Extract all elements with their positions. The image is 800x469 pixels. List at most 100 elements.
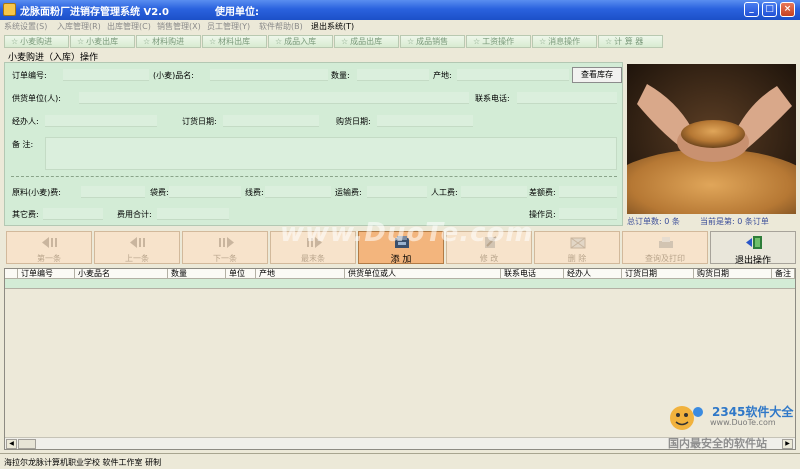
operator-field[interactable]	[559, 208, 617, 220]
scroll-thumb[interactable]	[18, 439, 36, 449]
column-header[interactable]: 单位	[226, 269, 256, 279]
column-header[interactable]: 供货单位或人	[345, 269, 501, 279]
column-header[interactable]: 订货日期	[622, 269, 694, 279]
order-no-field[interactable]	[63, 69, 149, 81]
purchase-date-field[interactable]	[377, 115, 473, 127]
column-header[interactable]: 产地	[256, 269, 345, 279]
star-icon: ☆	[341, 37, 349, 46]
first-record-button[interactable]: 第一条	[6, 231, 92, 264]
menu-staff[interactable]: 员工管理(Y)	[207, 21, 250, 32]
title-bar: 龙脉面粉厂进销存管理系统 V2.0 使用单位: _ □ ×	[0, 0, 800, 20]
star-icon: ☆	[11, 37, 19, 46]
tab-wages[interactable]: ☆ 工资操作	[466, 35, 531, 48]
star-icon: ☆	[473, 37, 481, 46]
minimize-button[interactable]: _	[744, 2, 759, 17]
mascot-logo-icon	[670, 406, 703, 430]
new-row[interactable]	[5, 279, 795, 289]
tab-product-outbound[interactable]: ☆ 成品出库	[334, 35, 399, 48]
tab-material-outbound[interactable]: ☆ 材料出库	[202, 35, 267, 48]
window-title: 龙脉面粉厂进销存管理系统 V2.0	[20, 7, 169, 18]
site-watermark: 2345软件大全 www.DuoTe.com 国内最安全的软件站	[660, 400, 800, 453]
difference-field[interactable]	[559, 186, 617, 198]
raw-cost-field[interactable]	[81, 186, 145, 198]
freight-field[interactable]	[367, 186, 427, 198]
column-header[interactable]: 联系电话	[501, 269, 564, 279]
star-icon: ☆	[407, 37, 415, 46]
tab-material-purchase[interactable]: ☆ 材料购进	[136, 35, 201, 48]
column-header[interactable]: 购货日期	[694, 269, 772, 279]
other-fee-field[interactable]	[43, 208, 103, 220]
brand-slogan: 国内最安全的软件站	[668, 437, 767, 450]
origin-label: 产地:	[433, 71, 452, 80]
order-date-field[interactable]	[223, 115, 319, 127]
exit-operation-button[interactable]: 退出操作	[710, 231, 796, 266]
tab-product-sales[interactable]: ☆ 成品销售	[400, 35, 465, 48]
scroll-left-arrow-icon[interactable]: ◀	[6, 439, 17, 449]
tab-messages[interactable]: ☆ 消息操作	[532, 35, 597, 48]
star-icon: ☆	[275, 37, 283, 46]
menu-sales[interactable]: 销售管理(X)	[157, 21, 201, 32]
next-record-icon	[219, 237, 234, 248]
difference-label: 差额费:	[529, 188, 556, 197]
order-no-label: 订单编号:	[12, 71, 47, 80]
remark-field[interactable]	[45, 137, 617, 170]
module-tabs: ☆ 小麦购进 ☆ 小麦出库 ☆ 材料购进 ☆ 材料出库 ☆ 成品入库 ☆ 成品出库 ☆ 成品销…	[0, 34, 800, 49]
app-icon	[3, 3, 16, 16]
delete-icon	[570, 237, 586, 249]
menu-outbound[interactable]: 出库管理(C)	[107, 21, 151, 32]
remark-label: 备 注:	[12, 140, 34, 149]
view-stock-button[interactable]: 查看库存	[572, 67, 622, 83]
handler-field[interactable]	[45, 115, 157, 127]
menu-exit[interactable]: 退出系统(T)	[311, 21, 354, 32]
close-button[interactable]: ×	[780, 2, 795, 17]
supplier-field[interactable]	[79, 92, 469, 104]
contact-phone-field[interactable]	[517, 92, 617, 104]
total-cost-label: 费用合计:	[117, 210, 152, 219]
supplier-label: 供货单位(人):	[12, 94, 61, 103]
labor-label: 人工费:	[431, 188, 458, 197]
wheat-name-label: (小麦)品名:	[153, 71, 194, 80]
star-icon: ☆	[539, 37, 547, 46]
star-icon: ☆	[77, 37, 85, 46]
column-header[interactable]: 小麦品名	[75, 269, 168, 279]
delete-button[interactable]: 删 除	[534, 231, 620, 264]
menu-inbound[interactable]: 入库管理(R)	[57, 21, 101, 32]
first-record-icon	[42, 237, 57, 248]
contact-phone-label: 联系电话:	[475, 94, 510, 103]
total-cost-field[interactable]	[157, 208, 229, 220]
column-header[interactable]: 订单编号	[18, 269, 75, 279]
wheat-in-hands-image	[627, 64, 796, 214]
tab-product-inbound[interactable]: ☆ 成品入库	[268, 35, 333, 48]
thread-fee-field[interactable]	[265, 186, 331, 198]
query-print-button[interactable]: 查询及打印	[622, 231, 708, 264]
next-record-button[interactable]: 下一条	[182, 231, 268, 264]
tab-calculator[interactable]: ☆ 计 算 器	[598, 35, 663, 48]
column-header[interactable]: 备注	[772, 269, 795, 279]
row-selector-header	[5, 269, 18, 279]
menu-system-settings[interactable]: 系统设置(S)	[4, 21, 47, 32]
tab-wheat-outbound[interactable]: ☆ 小麦出库	[70, 35, 135, 48]
wheat-name-field[interactable]	[210, 69, 328, 81]
duote-watermark: www.DuoTe.com	[280, 218, 534, 248]
maximize-button[interactable]: □	[762, 2, 777, 17]
menu-bar: 系统设置(S) 入库管理(R) 出库管理(C) 销售管理(X) 员工管理(Y) …	[0, 20, 800, 34]
prev-record-button[interactable]: 上一条	[94, 231, 180, 264]
star-icon: ☆	[605, 37, 613, 46]
origin-field[interactable]	[457, 69, 569, 81]
quantity-label: 数量:	[331, 71, 350, 80]
tab-wheat-purchase[interactable]: ☆ 小麦购进	[4, 35, 69, 48]
status-bar: 海拉尔龙脉计算机职业学校 软件工作室 研制	[0, 453, 800, 469]
handler-label: 经办人:	[12, 117, 39, 126]
exit-door-icon	[746, 236, 762, 249]
labor-field[interactable]	[461, 186, 527, 198]
unit-label: 使用单位:	[215, 7, 259, 18]
order-date-label: 订货日期:	[182, 117, 217, 126]
quantity-field[interactable]	[357, 69, 429, 81]
bag-fee-field[interactable]	[169, 186, 241, 198]
star-icon: ☆	[209, 37, 217, 46]
freight-label: 运输费:	[335, 188, 362, 197]
column-header[interactable]: 经办人	[564, 269, 622, 279]
menu-help[interactable]: 软件帮助(B)	[259, 21, 303, 32]
status-text: 海拉尔龙脉计算机职业学校 软件工作室 研制	[4, 458, 162, 467]
column-header[interactable]: 数量	[168, 269, 226, 279]
